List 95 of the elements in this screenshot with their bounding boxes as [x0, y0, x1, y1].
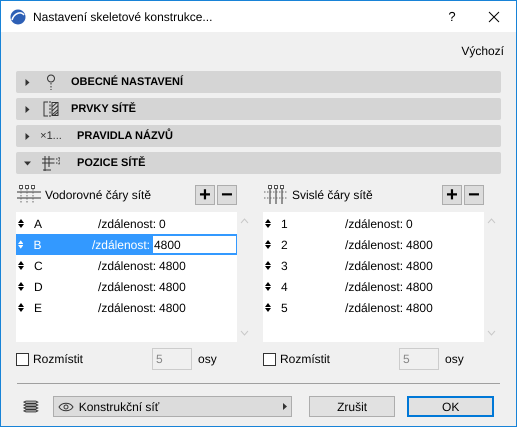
list-row[interactable]: 5 /zdálenost: 4800	[263, 297, 484, 318]
section-title: POZICE SÍTĚ	[77, 155, 146, 171]
distance-value: 0	[159, 216, 166, 232]
distance-value: 4800	[406, 300, 433, 316]
list-row[interactable]: D /zdálenost: 4800	[16, 276, 237, 297]
section-header[interactable]: PRVKY SÍTĚ	[16, 98, 501, 120]
scroll-down-icon[interactable]	[240, 330, 248, 336]
scroll-up-icon[interactable]	[240, 218, 248, 224]
remove-button[interactable]: −	[464, 185, 484, 205]
submenu-arrow-icon	[282, 403, 287, 410]
line-name: C	[34, 258, 44, 274]
line-name: 3	[281, 258, 289, 274]
reorder-icon	[18, 240, 24, 249]
section-header[interactable]: OBECNÉ NASTAVENÍ	[16, 71, 501, 93]
help-button[interactable]: ?	[437, 2, 467, 32]
line-name: 4	[281, 278, 289, 296]
reorder-icon	[265, 303, 271, 312]
line-name: 1	[281, 216, 289, 232]
distance-value: 4800	[406, 278, 433, 296]
list-title: Vodorovné čáry sítě	[45, 187, 152, 204]
expand-icon	[24, 78, 31, 86]
distance-label: /zdálenost:	[98, 300, 156, 316]
distance-value: 4800	[159, 278, 186, 296]
distance-value: 4800	[406, 258, 433, 274]
reorder-icon	[265, 240, 271, 249]
layer-dropdown[interactable]: Konstrukční síť	[52, 396, 292, 417]
distance-field[interactable]: 4800	[152, 235, 237, 254]
section-header[interactable]: POZICE SÍTĚ	[16, 152, 501, 174]
default-link[interactable]: Výchozí	[461, 42, 504, 66]
horizontal-lines-icon	[16, 185, 42, 205]
scroll-up-icon[interactable]	[486, 218, 496, 224]
expand-icon	[24, 132, 31, 140]
distance-label: /zdálenost:	[98, 278, 156, 296]
cancel-button[interactable]: Zrušit	[308, 396, 396, 417]
distribute-checkbox[interactable]	[16, 352, 29, 366]
window-title: Nastavení skeletové konstrukce...	[33, 8, 212, 26]
app-logo-icon	[10, 8, 26, 24]
line-name: D	[34, 278, 44, 296]
distance-label: /zdálenost:	[345, 278, 404, 296]
list-row[interactable]: B /zdálenost: 4800	[16, 234, 237, 255]
list-title: Svislé čáry sítě	[292, 187, 373, 204]
reorder-icon	[265, 261, 271, 270]
distribute-label: Rozmístit	[33, 351, 84, 368]
distance-label: /zdálenost:	[345, 236, 404, 254]
distance-value: 0	[406, 216, 413, 232]
scroll-down-icon[interactable]	[486, 330, 496, 336]
list-row[interactable]: 3 /zdálenost: 4800	[263, 255, 484, 276]
section-title: PRVKY SÍTĚ	[71, 101, 136, 117]
section-header[interactable]: ×1... PRAVIDLA NÁZVŮ	[16, 125, 501, 147]
distance-value: 4800	[406, 236, 433, 254]
reorder-icon	[18, 303, 24, 312]
grid-icon	[41, 154, 61, 172]
line-name: 5	[281, 300, 289, 316]
naming-icon: ×1...	[40, 128, 62, 144]
pin-icon	[45, 74, 57, 90]
list-row[interactable]: A /zdálenost: 0	[16, 213, 237, 234]
distance-label: /zdálenost:	[98, 216, 156, 232]
section-title: OBECNÉ NASTAVENÍ	[71, 74, 184, 90]
add-button[interactable]: +	[195, 185, 215, 205]
line-name: B	[33, 236, 42, 254]
distance-label: /zdálenost:	[98, 258, 156, 274]
reorder-icon	[265, 282, 271, 291]
distribute-checkbox[interactable]	[263, 352, 276, 366]
distribute-label: Rozmístit	[280, 351, 330, 368]
reorder-icon	[18, 282, 24, 291]
reorder-icon	[18, 261, 24, 270]
vertical-lines-icon	[263, 185, 289, 205]
add-button[interactable]: +	[442, 185, 462, 205]
layers-icon	[23, 400, 39, 414]
close-icon	[488, 10, 500, 22]
reorder-icon	[18, 219, 24, 228]
list-row[interactable]: 1 /zdálenost: 0	[263, 213, 484, 234]
distance-value: 4800	[159, 258, 186, 274]
distance-value: 4800	[159, 300, 186, 316]
unit-label: osy	[445, 351, 464, 368]
collapse-icon	[24, 160, 31, 166]
eye-icon	[58, 402, 74, 412]
distance-label: /zdálenost:	[345, 258, 404, 274]
expand-icon	[24, 106, 31, 112]
distance-label: /zdálenost:	[345, 216, 404, 232]
line-name: E	[34, 300, 44, 316]
line-name: A	[34, 216, 44, 232]
unit-label: osy	[198, 351, 217, 368]
line-name: 2	[281, 236, 289, 254]
list-row[interactable]: C /zdálenost: 4800	[16, 255, 237, 276]
list-row[interactable]: 4 /zdálenost: 4800	[263, 276, 484, 297]
list-row[interactable]: 2 /zdálenost: 4800	[263, 234, 484, 255]
distance-label: /zdálenost:	[92, 236, 150, 254]
distance-label: /zdálenost:	[345, 300, 404, 316]
list-row[interactable]: E /zdálenost: 4800	[16, 297, 237, 318]
section-title: PRAVIDLA NÁZVŮ	[77, 128, 173, 144]
grid-element-icon	[43, 101, 59, 117]
remove-button[interactable]: −	[217, 185, 237, 205]
reorder-icon	[265, 219, 271, 228]
ok-button[interactable]: OK	[407, 396, 494, 417]
